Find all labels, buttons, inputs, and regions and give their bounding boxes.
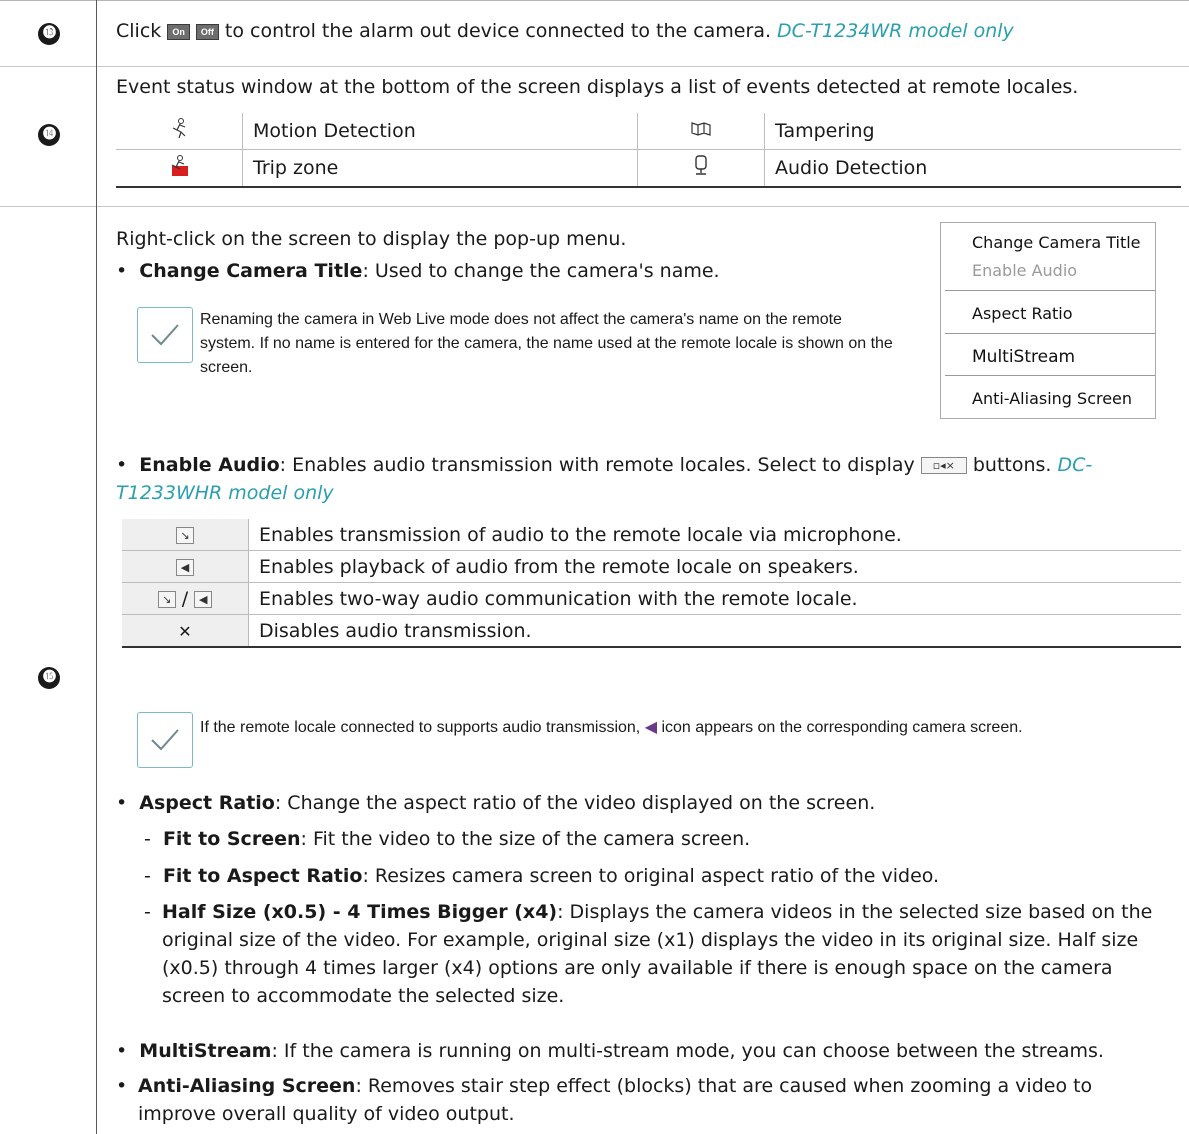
microphone-icon: ↘ (122, 519, 249, 551)
row-divider (0, 66, 1189, 67)
table-row: ◀ Enables playback of audio from the rem… (122, 550, 1181, 583)
note-audio: If the remote locale connected to suppor… (200, 716, 1175, 740)
audio-desc: Enables transmission of audio to the rem… (248, 519, 1181, 551)
on-button: On (167, 23, 190, 40)
menu-separator (945, 333, 1155, 334)
event-label: Motion Detection (242, 113, 638, 150)
row-13-text: Click On Off to control the alarm out de… (116, 20, 1014, 42)
tampering-icon (637, 113, 765, 150)
audio-status-icon: ◀ (644, 719, 658, 736)
menu-item-aspect-ratio[interactable]: Aspect Ratio (972, 304, 1073, 323)
menu-item-anti-aliasing[interactable]: Anti-Aliasing Screen (972, 389, 1132, 408)
menu-separator (945, 375, 1155, 376)
bullet-multistream: • MultiStream: If the camera is running … (116, 1040, 1104, 1062)
note-pre: If the remote locale connected to suppor… (200, 719, 641, 736)
sub-label: Fit to Aspect Ratio (162, 865, 363, 887)
sub-label: Fit to Screen (162, 828, 301, 850)
audio-desc: Enables playback of audio from the remot… (248, 550, 1181, 583)
column-divider (96, 0, 97, 1134)
audio-detection-icon (637, 149, 765, 188)
bullet-desc: : Change the aspect ratio of the video d… (274, 792, 876, 814)
bullet-post: buttons. (972, 454, 1052, 476)
bullet-label: Change Camera Title (139, 260, 363, 282)
row-13-pre: Click (116, 20, 162, 42)
audio-buttons-icon: ▫◂× (920, 457, 967, 474)
microphone-speaker-icon: ↘ / ◀ (122, 582, 249, 615)
off-button: Off (195, 23, 219, 40)
event-label: Trip zone (242, 149, 638, 188)
menu-item-multistream[interactable]: MultiStream (972, 347, 1075, 367)
menu-item-enable-audio[interactable]: Enable Audio (972, 261, 1077, 280)
bullet-desc: : If the camera is running on multi-stre… (271, 1040, 1104, 1062)
step-number-15: ⓯ (38, 667, 60, 689)
motion-icon (116, 113, 243, 150)
note-rename: Renaming the camera in Web Live mode doe… (200, 311, 893, 376)
model-note: DC-T1234WR model only (777, 20, 1014, 42)
trip-zone-icon (116, 149, 243, 188)
event-label: Audio Detection (764, 149, 1181, 188)
sub-desc: : Fit the video to the size of the camer… (300, 828, 751, 850)
note-post: icon appears on the corresponding camera… (661, 719, 1023, 736)
close-icon: ✕ (122, 614, 249, 648)
event-label: Tampering (764, 113, 1181, 150)
bullet-desc: : Used to change the camera's name. (362, 260, 720, 282)
table-row: ↘ Enables transmission of audio to the r… (122, 519, 1181, 551)
event-table: Motion Detection Tampering Trip zone Aud… (116, 113, 1181, 188)
checkmark-icon (137, 712, 193, 768)
checkmark-icon (137, 307, 193, 363)
sub-half-size: - Half Size (x0.5) - 4 Times Bigger (x4)… (144, 901, 1153, 1007)
audio-table: ↘ Enables transmission of audio to the r… (122, 519, 1181, 648)
audio-desc: Enables two-way audio communication with… (248, 582, 1181, 615)
row-divider (0, 0, 1189, 1)
bullet-desc: : Enables audio transmission with remote… (279, 454, 915, 476)
bullet-label: Enable Audio (139, 454, 280, 476)
bullet-aspect-ratio: • Aspect Ratio: Change the aspect ratio … (116, 792, 876, 814)
bullet-anti-aliasing: • Anti-Aliasing Screen: Removes stair st… (116, 1075, 1093, 1125)
bullet-label: MultiStream (139, 1040, 272, 1062)
row-divider (0, 206, 1189, 207)
table-row: Motion Detection Tampering (116, 113, 1181, 150)
sub-desc: : Resizes camera screen to original aspe… (362, 865, 940, 887)
popup-menu: Change Camera Title Enable Audio Aspect … (940, 222, 1156, 419)
bullet-label: Anti-Aliasing Screen (138, 1075, 356, 1097)
row-14-intro: Event status window at the bottom of the… (116, 76, 1079, 98)
table-row: ↘ / ◀ Enables two-way audio communicatio… (122, 582, 1181, 615)
sub-label: Half Size (x0.5) - 4 Times Bigger (x4) (162, 901, 558, 923)
sub-fit-aspect: - Fit to Aspect Ratio: Resizes camera sc… (144, 865, 940, 887)
table-row: Trip zone Audio Detection (116, 149, 1181, 188)
step-number-14: ⓮ (38, 124, 60, 146)
speaker-icon: ◀ (122, 550, 249, 583)
table-row: ✕ Disables audio transmission. (122, 614, 1181, 648)
bullet-enable-audio: • Enable Audio: Enables audio transmissi… (116, 454, 1093, 504)
step-number-13: ⓭ (38, 23, 60, 45)
menu-item-change-title[interactable]: Change Camera Title (972, 233, 1141, 252)
bullet-label: Aspect Ratio (139, 792, 275, 814)
audio-desc: Disables audio transmission. (248, 614, 1181, 648)
sub-fit-screen: - Fit to Screen: Fit the video to the si… (144, 828, 751, 850)
row-13-post: to control the alarm out device connecte… (224, 20, 771, 42)
bullet-change-title: • Change Camera Title: Used to change th… (116, 260, 720, 282)
row-15-intro: Right-click on the screen to display the… (116, 228, 627, 250)
menu-separator (945, 290, 1155, 291)
